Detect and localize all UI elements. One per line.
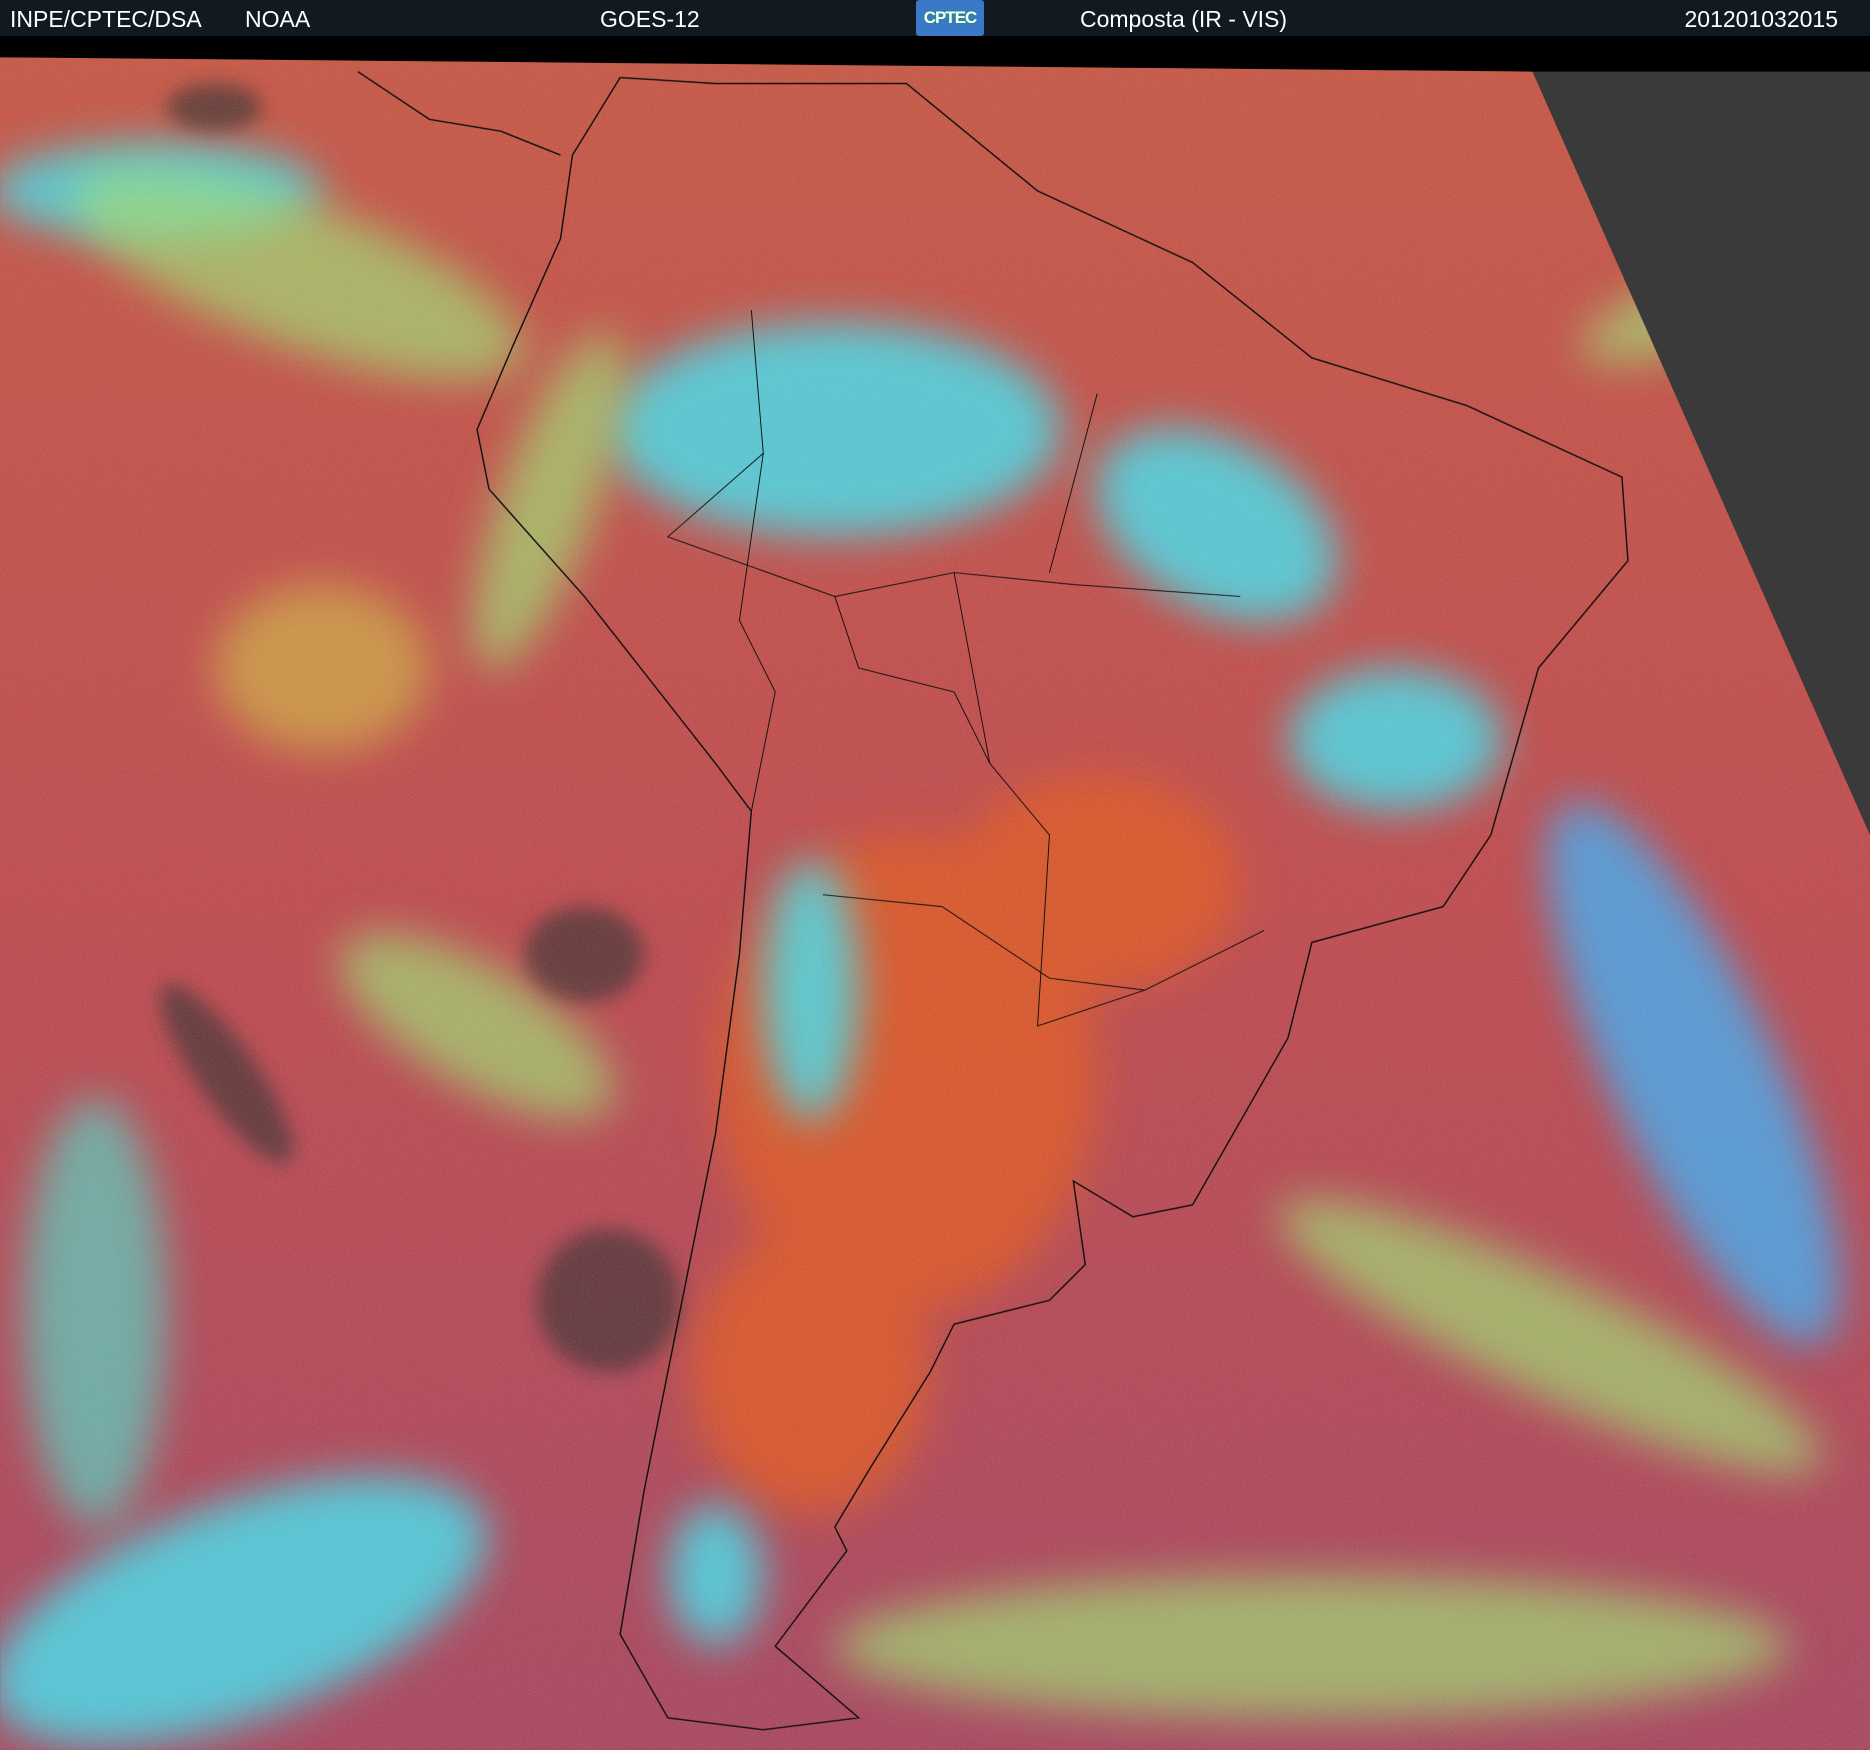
texture [0,57,1870,1750]
satellite-image [0,57,1870,1750]
